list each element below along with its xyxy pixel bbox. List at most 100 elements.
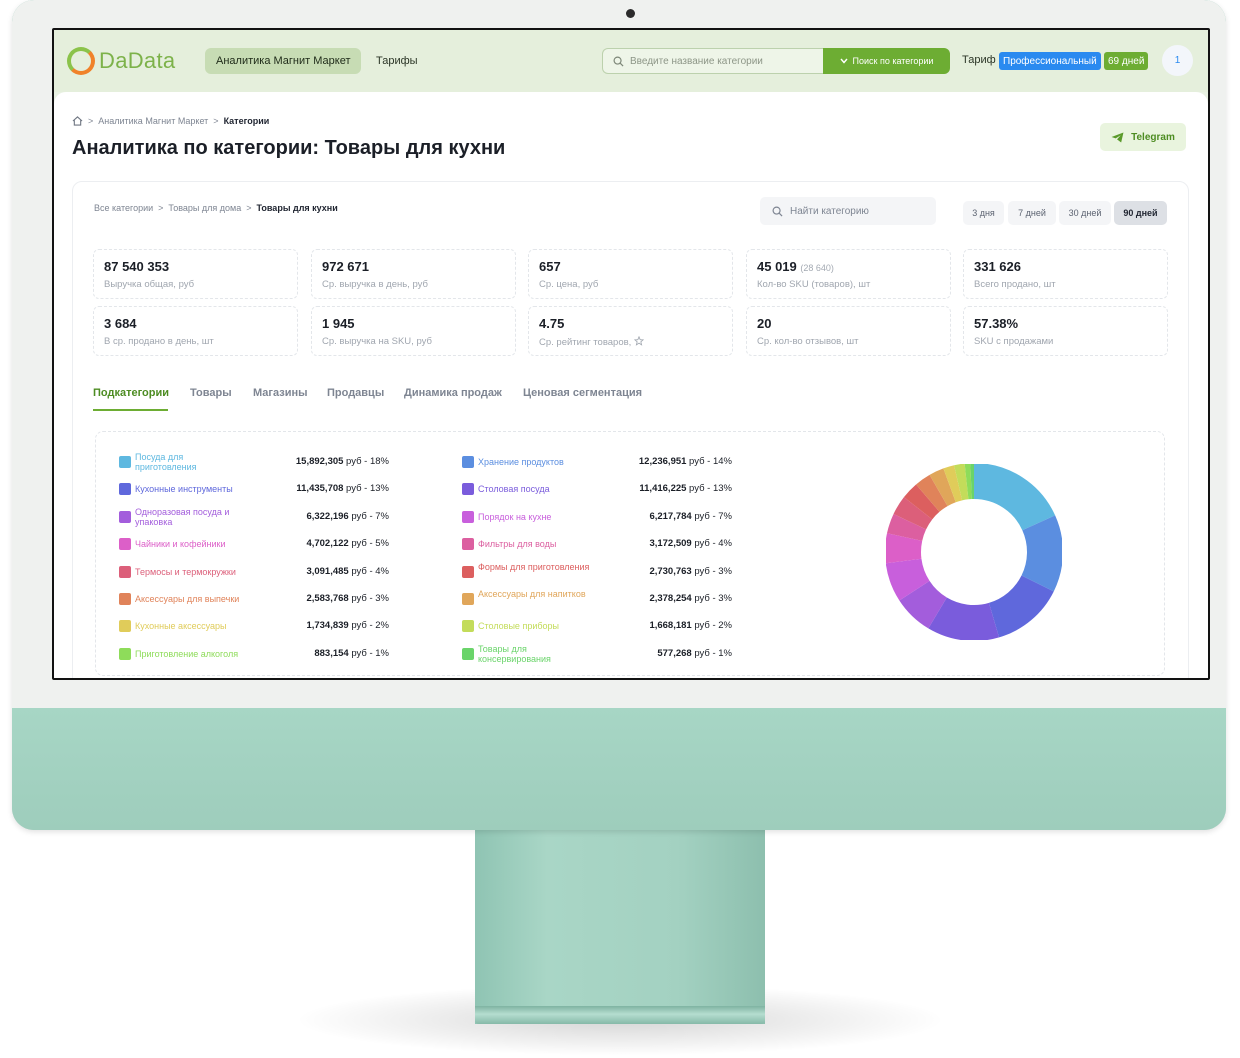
monitor-chin [12, 708, 1226, 830]
legend-item[interactable]: Аксессуары для напитков 2,378,254 руб - 3… [462, 589, 732, 611]
legend-value: 1,668,181 руб - 2% [649, 620, 732, 631]
telegram-button[interactable]: Telegram [1100, 123, 1186, 151]
period-7-days[interactable]: 7 дней [1008, 201, 1056, 225]
legend-item[interactable]: Порядок на кухне 6,217,784 руб - 7% [462, 507, 732, 529]
nav-tariffs-link[interactable]: Тарифы [376, 55, 418, 67]
legend-item[interactable]: Товары для консервирования 577,268 руб - … [462, 644, 732, 666]
camera [626, 9, 635, 18]
stat-label: Кол-во SKU (товаров), шт [757, 279, 871, 290]
donut-slice[interactable] [954, 464, 969, 501]
screen: DaData Аналитика Магнит Маркет Тарифы По… [52, 28, 1210, 680]
donut-slice[interactable] [943, 465, 963, 503]
legend-name: Чайники и кофейники [135, 539, 226, 549]
period-3-days[interactable]: 3 дня [963, 201, 1004, 225]
monitor: DaData Аналитика Магнит Маркет Тарифы По… [12, 0, 1226, 830]
tab-products[interactable]: Товары [190, 387, 232, 399]
legend-name: Столовая посуда [478, 484, 550, 494]
legend-name: Фильтры для воды [478, 539, 557, 549]
category-path-home[interactable]: Товары для дома [168, 203, 241, 213]
legend-swatch [462, 483, 474, 495]
legend-name: Кухонные инструменты [135, 484, 233, 494]
donut-slice[interactable] [903, 484, 940, 520]
legend-swatch [119, 511, 131, 523]
category-path-all[interactable]: Все категории [94, 203, 153, 213]
donut-slice[interactable] [928, 597, 1000, 640]
chevron-down-icon [839, 58, 848, 64]
logo[interactable]: DaData [67, 47, 175, 75]
donut-slice[interactable] [929, 468, 957, 507]
breadcrumb-item-analytics[interactable]: Аналитика Магнит Маркет [98, 116, 208, 126]
donut-slice[interactable] [988, 574, 1054, 638]
legend-item[interactable]: Приготовление алкоголя 883,154 руб - 1% [119, 644, 389, 666]
tariff-days-badge: 69 дней [1104, 52, 1149, 70]
donut-slice[interactable] [899, 580, 948, 629]
home-icon[interactable] [72, 116, 83, 126]
tab-sales-dynamics[interactable]: Динамика продаж [404, 387, 502, 399]
search-category-button[interactable]: Поиск по категории [823, 48, 950, 74]
legend-item[interactable]: Аксессуары для выпечки 2,583,768 руб - 3% [119, 589, 389, 611]
donut-slice[interactable] [1021, 515, 1062, 592]
nav-analytics-button[interactable]: Аналитика Магнит Маркет [205, 48, 362, 74]
tariff-name-badge[interactable]: Профессиональный [999, 52, 1101, 70]
period-90-days[interactable]: 90 дней [1114, 201, 1167, 225]
category-search-box [602, 48, 824, 74]
donut-slice[interactable] [916, 474, 948, 513]
legend-item[interactable]: Термосы и термокружки 3,091,485 руб - 4% [119, 562, 389, 584]
donut-slice[interactable] [886, 533, 923, 564]
breadcrumb: > Аналитика Магнит Маркет > Категории [72, 116, 269, 126]
avatar[interactable]: 1 [1162, 45, 1193, 76]
donut-slice[interactable] [886, 513, 927, 542]
stat-value: 331 626 [974, 259, 1021, 274]
category-search-input[interactable] [630, 55, 810, 67]
breadcrumb-separator: > [213, 116, 219, 126]
legend-item[interactable]: Хранение продуктов 12,236,951 руб - 14% [462, 452, 732, 474]
stage: DaData Аналитика Магнит Маркет Тарифы По… [0, 0, 1240, 1058]
tab-sellers[interactable]: Продавцы [327, 387, 384, 399]
stat-label: Ср. выручка в день, руб [322, 279, 428, 290]
tab-subcategories[interactable]: Подкатегории [93, 387, 169, 399]
legend-swatch [462, 511, 474, 523]
legend-item[interactable]: Фильтры для воды 3,172,509 руб - 4% [462, 534, 732, 556]
find-category-input[interactable] [790, 205, 930, 217]
legend-item[interactable]: Столовые приборы 1,668,181 руб - 2% [462, 616, 732, 638]
stat-value: 45 019 (28 640) [757, 259, 834, 274]
stat-card: 87 540 353 Выручка общая, руб [93, 249, 298, 299]
legend-value: 883,154 руб - 1% [314, 648, 389, 659]
stat-value: 972 671 [322, 259, 369, 274]
stat-label: Выручка общая, руб [104, 279, 195, 290]
stat-value: 657 [539, 259, 561, 274]
search-icon [613, 56, 624, 67]
tab-price-segmentation[interactable]: Ценовая сегментация [523, 387, 642, 399]
legend-value: 1,734,839 руб - 2% [306, 620, 389, 631]
legend-name: Аксессуары для выпечки [135, 594, 240, 604]
stat-value: 87 540 353 [104, 259, 170, 274]
legend-value: 4,702,122 руб - 5% [306, 538, 389, 549]
donut-slice[interactable] [973, 464, 1056, 531]
legend-value: 2,730,763 руб - 3% [649, 566, 732, 577]
legend-item[interactable]: Кухонные инструменты 11,435,708 руб - 13% [119, 479, 389, 501]
category-path-separator: > [158, 203, 164, 213]
legend-item[interactable]: Одноразовая посуда и упаковка 6,322,196 р… [119, 507, 389, 529]
donut-slice[interactable] [886, 557, 930, 601]
stat-card: 1 945 Ср. выручка на SKU, руб [311, 306, 516, 356]
breadcrumb-separator: > [88, 116, 94, 126]
tab-stores[interactable]: Магазины [253, 387, 308, 399]
legend-item[interactable]: Столовая посуда 11,416,225 руб - 13% [462, 479, 732, 501]
legend-item[interactable]: Кухонные аксессуары 1,734,839 руб - 2% [119, 616, 389, 638]
legend-swatch [119, 593, 131, 605]
legend-item[interactable]: Формы для приготовления 2,730,763 руб - 3… [462, 562, 732, 584]
telegram-label: Telegram [1131, 131, 1175, 143]
legend-swatch [462, 648, 474, 660]
stat-card: 657 Ср. цена, руб [528, 249, 733, 299]
period-30-days[interactable]: 30 дней [1059, 201, 1111, 225]
telegram-icon [1111, 131, 1124, 143]
donut-slice[interactable] [893, 497, 933, 530]
stat-value: 57.38% [974, 316, 1019, 331]
legend-name: Хранение продуктов [478, 457, 564, 467]
legend-name: Столовые приборы [478, 621, 559, 631]
category-path-separator: > [246, 203, 252, 213]
legend-swatch [462, 456, 474, 468]
legend-item[interactable]: Чайники и кофейники 4,702,122 руб - 5% [119, 534, 389, 556]
stat-label: Ср. выручка на SKU, руб [322, 336, 432, 347]
legend-item[interactable]: Посуда для приготовления 15,892,305 руб -… [119, 452, 389, 474]
